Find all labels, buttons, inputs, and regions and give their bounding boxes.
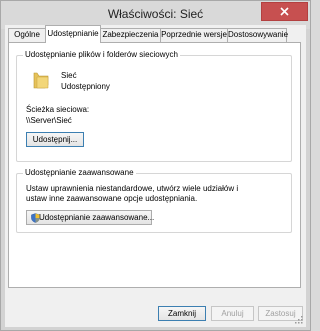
network-path-label: Ścieżka sieciowa: — [26, 105, 90, 114]
tab-security[interactable]: Zabezpieczenia — [100, 28, 161, 42]
advanced-sharing-description-line1: Ustaw uprawnienia niestandardowe, utwórz… — [26, 184, 239, 193]
shield-icon — [31, 213, 40, 223]
sharing-tab-panel: Udostępnianie plików i folderów sieciowy… — [8, 42, 301, 288]
folder-icon — [33, 72, 49, 89]
folder-status: Udostępniony — [61, 82, 110, 91]
tab-customize[interactable]: Dostosowywanie — [227, 28, 288, 42]
share-button[interactable]: Udostępnij... — [26, 132, 84, 147]
tab-sharing[interactable]: Udostępnianie — [45, 25, 101, 43]
network-path-value: \\Server\Sieć — [26, 116, 72, 125]
file-sharing-group: Udostępnianie plików i folderów sieciowy… — [16, 50, 292, 162]
dialog-client-area: Ogólne Udostępnianie Zabezpieczenia Popr… — [5, 25, 306, 327]
close-icon — [280, 7, 289, 16]
tab-general[interactable]: Ogólne — [8, 28, 46, 42]
properties-window: Właściwości: Sieć Ogólne Udostępnianie Z… — [0, 0, 311, 331]
file-sharing-group-title: Udostępnianie plików i folderów sieciowy… — [23, 50, 180, 59]
advanced-sharing-button-label: Udostępnianie zaawansowane... — [39, 213, 155, 222]
cancel-button[interactable]: Anuluj — [211, 306, 254, 321]
close-button[interactable] — [261, 2, 308, 21]
close-dialog-button[interactable]: Zamknij — [158, 306, 206, 321]
folder-name: Sieć — [61, 71, 77, 80]
resize-grip-icon[interactable] — [295, 316, 303, 324]
advanced-sharing-group-title: Udostępnianie zaawansowane — [23, 168, 136, 177]
advanced-sharing-group: Udostępnianie zaawansowane Ustaw uprawni… — [16, 168, 292, 233]
tab-previous-versions[interactable]: Poprzednie wersje — [160, 28, 228, 42]
advanced-sharing-description-line2: ustaw inne zaawansowane opcje udostępnia… — [26, 194, 198, 203]
advanced-sharing-button[interactable]: Udostępnianie zaawansowane... — [26, 210, 155, 225]
